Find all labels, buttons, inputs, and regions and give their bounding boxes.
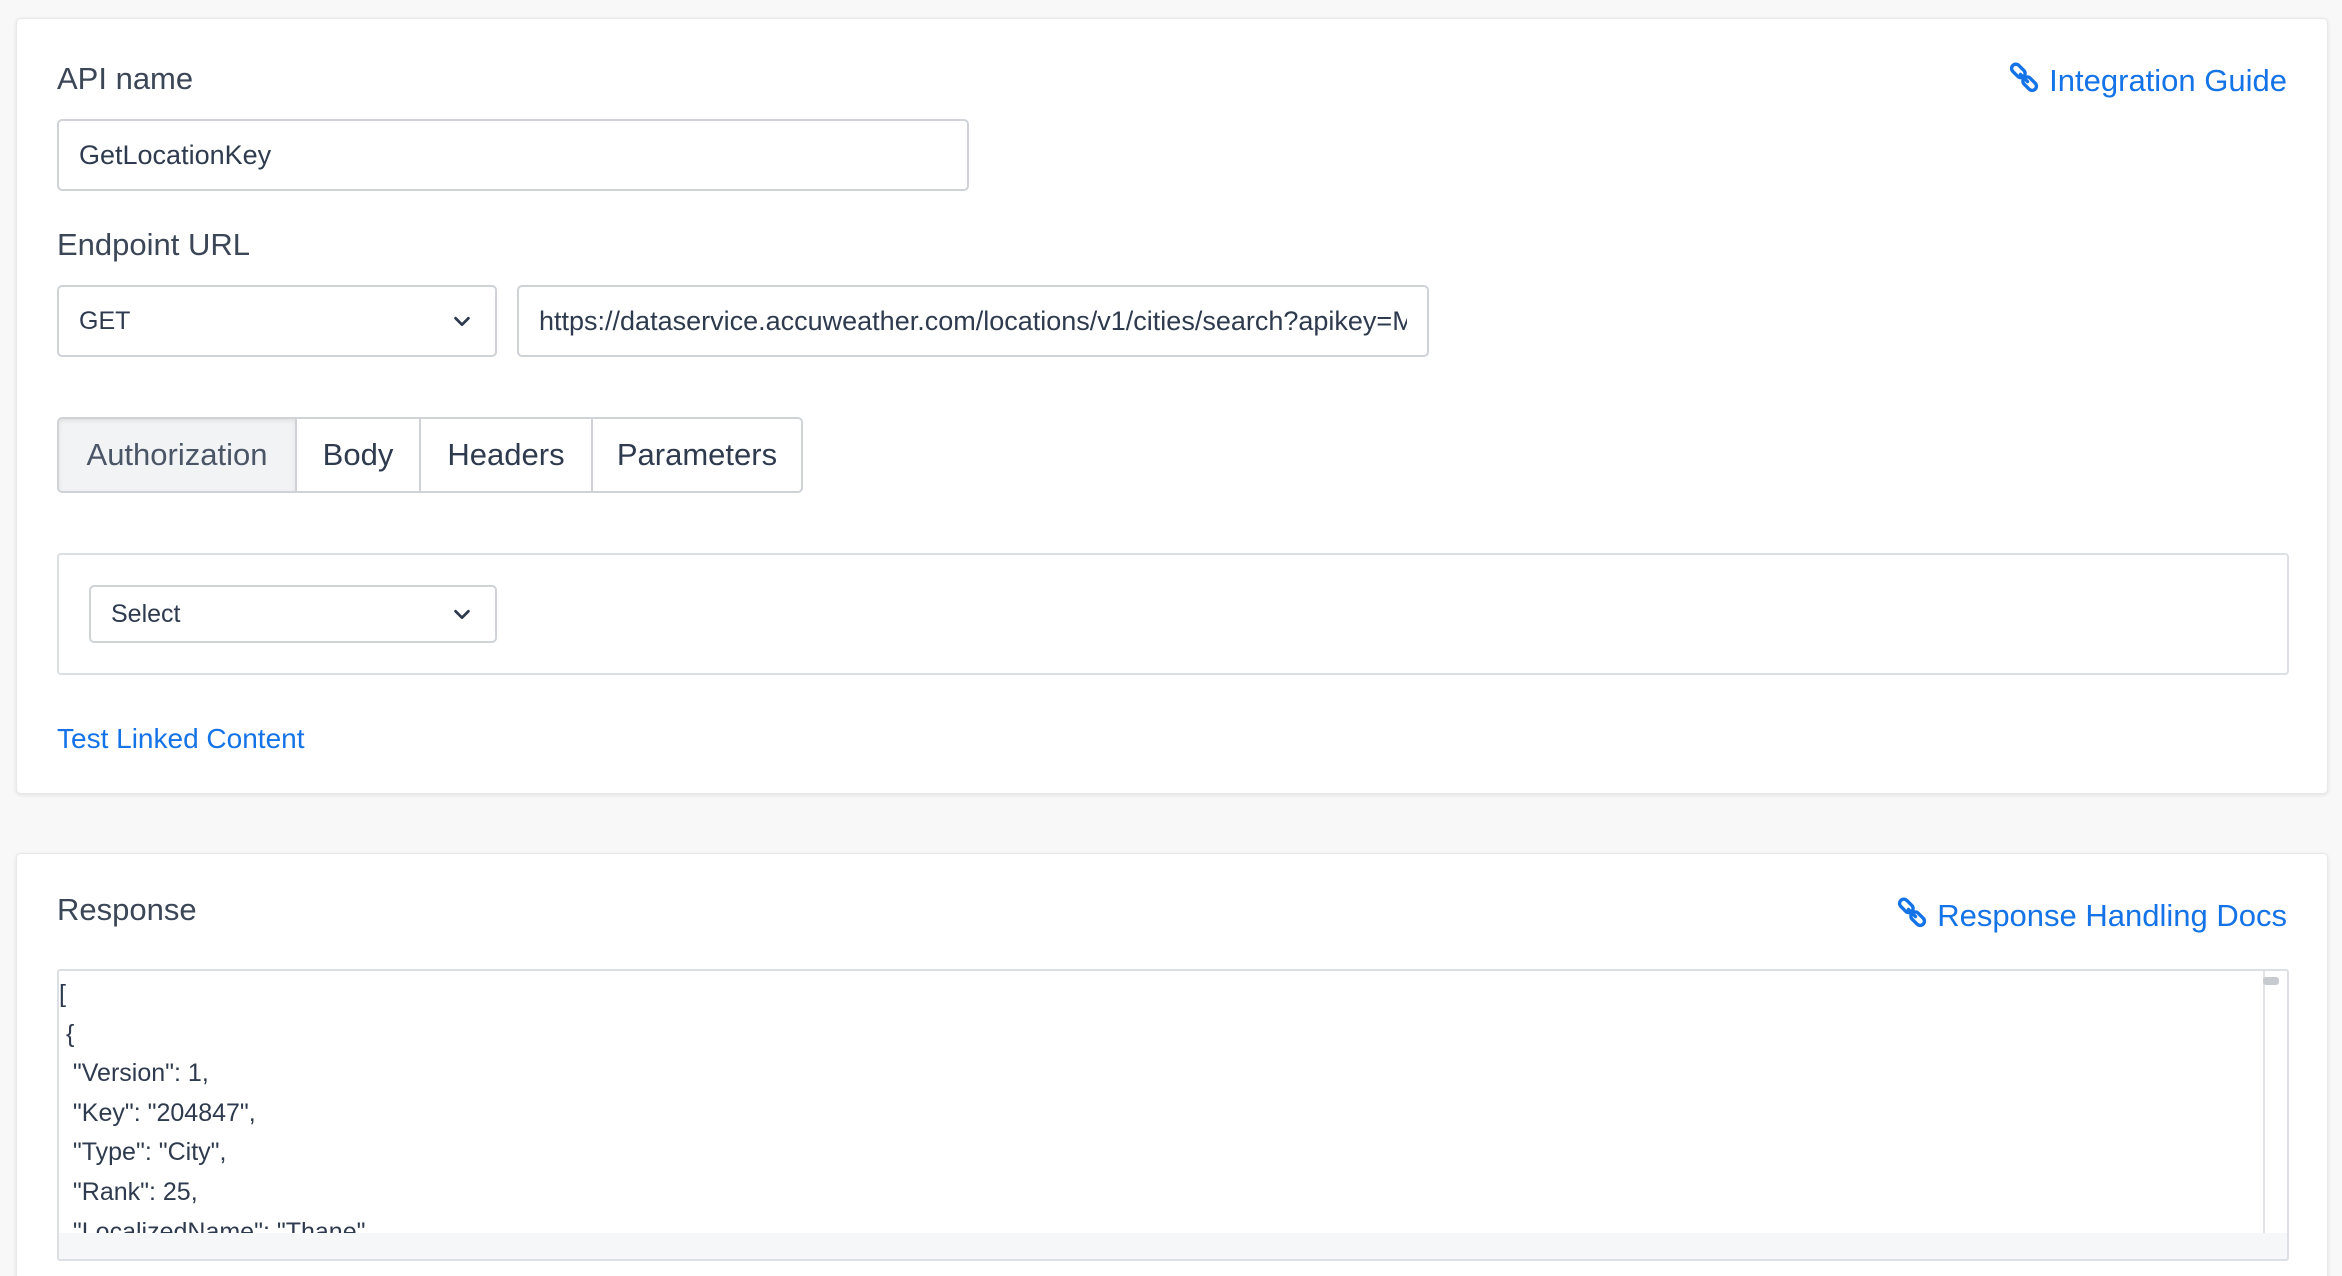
api-name-label: API name: [57, 61, 194, 96]
response-docs-label: Response Handling Docs: [1937, 898, 2287, 933]
response-label: Response: [57, 892, 197, 927]
response-body[interactable]: [ { "Version": 1, "Key": "204847", "Type…: [59, 971, 2265, 1235]
link-icon: [1895, 896, 1929, 935]
integration-guide-link[interactable]: Integration Guide: [2007, 61, 2287, 100]
integration-guide-label: Integration Guide: [2049, 63, 2287, 98]
http-method-value: GET: [79, 306, 131, 335]
response-docs-link[interactable]: Response Handling Docs: [1895, 896, 2287, 935]
link-icon: [2007, 61, 2041, 100]
scrollbar-thumb[interactable]: [2263, 977, 2279, 985]
tab-headers[interactable]: Headers: [419, 417, 593, 493]
response-card: Response Response Handling Docs [ { "Ver…: [16, 853, 2328, 1276]
tab-authorization[interactable]: Authorization: [57, 417, 297, 493]
resize-handle[interactable]: [59, 1233, 2287, 1259]
endpoint-url-input[interactable]: [517, 285, 1429, 357]
test-linked-content-link[interactable]: Test Linked Content: [57, 725, 305, 753]
api-name-input[interactable]: [57, 119, 969, 191]
response-editor[interactable]: [ { "Version": 1, "Key": "204847", "Type…: [57, 969, 2289, 1261]
authorization-panel: Select: [57, 553, 2289, 675]
request-tabs: Authorization Body Headers Parameters: [57, 417, 803, 493]
tab-parameters[interactable]: Parameters: [591, 417, 803, 493]
http-method-select[interactable]: GET: [57, 285, 497, 357]
tab-body[interactable]: Body: [295, 417, 421, 493]
authorization-type-value: Select: [111, 599, 181, 628]
chevron-down-icon: [451, 603, 473, 625]
chevron-down-icon: [451, 310, 473, 332]
api-config-card: API name Integration Guide Endpoint URL …: [16, 18, 2328, 794]
endpoint-url-label: Endpoint URL: [57, 227, 251, 262]
authorization-type-select[interactable]: Select: [89, 585, 497, 643]
